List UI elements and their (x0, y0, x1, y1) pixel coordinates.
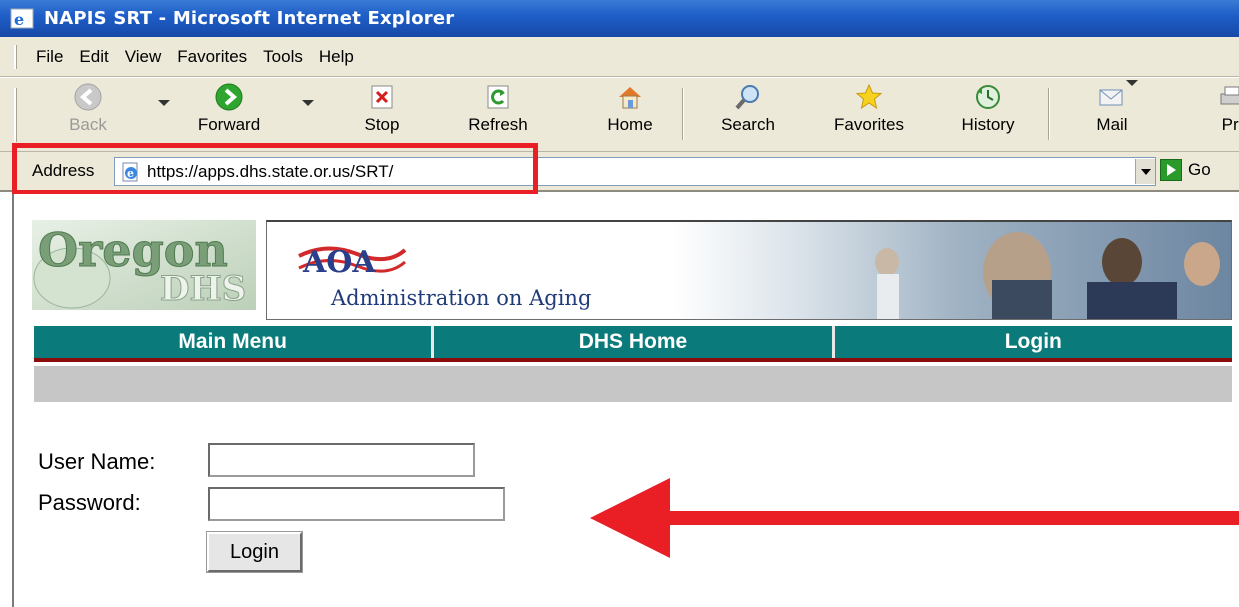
window-title: NAPIS SRT - Microsoft Internet Explorer (44, 8, 455, 29)
back-button[interactable]: Back (60, 82, 116, 135)
nav-login[interactable]: Login (835, 326, 1232, 358)
history-label: History (961, 115, 1015, 134)
favorites-label: Favorites (834, 115, 904, 134)
username-label: User Name: (38, 449, 156, 474)
username-input[interactable] (208, 443, 475, 477)
nav-dhs-home[interactable]: DHS Home (434, 326, 835, 358)
go-arrow-icon (1160, 159, 1182, 181)
mail-button[interactable]: Mail (1088, 82, 1136, 135)
agency-name: Administration on Aging (331, 286, 592, 310)
back-arrow-icon (74, 83, 102, 111)
aoa-logo: AOA (298, 245, 407, 280)
menu-favorites[interactable]: Favorites (177, 47, 247, 67)
menu-file[interactable]: File (36, 47, 63, 67)
address-dropdown-button[interactable] (1135, 159, 1155, 184)
home-label: Home (607, 115, 653, 134)
aoa-banner: AOA Administration on Aging (266, 220, 1232, 320)
title-bar: e NAPIS SRT - Microsoft Internet Explore… (0, 0, 1239, 37)
login-button[interactable]: Login (206, 531, 303, 573)
refresh-button[interactable]: Refresh (458, 82, 538, 135)
stop-label: Stop (364, 115, 400, 134)
menu-bar: File Edit View Favorites Tools Help (0, 37, 1239, 77)
back-label: Back (69, 115, 107, 134)
svg-text:AOA: AOA (302, 245, 376, 280)
home-button[interactable]: Home (598, 82, 662, 135)
refresh-label: Refresh (468, 115, 528, 134)
menu-tools[interactable]: Tools (263, 47, 303, 67)
menu-grip (14, 45, 17, 69)
svg-text:DHS: DHS (160, 269, 246, 309)
internet-explorer-icon: e (10, 8, 34, 29)
menu-edit[interactable]: Edit (79, 47, 108, 67)
mail-icon (1099, 89, 1123, 106)
nav-bar: Main Menu DHS Home Login (34, 326, 1232, 362)
go-label: Go (1188, 160, 1211, 179)
forward-arrow-icon (215, 83, 243, 111)
password-input[interactable] (208, 487, 505, 521)
standard-toolbar: Back Forward Stop Refresh Home Search Fa… (0, 78, 1239, 152)
go-button[interactable]: Go (1160, 159, 1211, 181)
forward-button[interactable]: Forward (186, 82, 272, 135)
mail-label: Mail (1096, 115, 1128, 134)
print-label: Pri (1221, 115, 1239, 134)
menu-view[interactable]: View (125, 47, 162, 67)
star-icon (855, 83, 883, 110)
print-button[interactable]: Pri (1212, 82, 1239, 135)
toolbar-separator-2 (1048, 88, 1050, 140)
annotation-highlight-box (12, 143, 538, 195)
search-icon (735, 85, 759, 110)
toolbar-grip (14, 88, 17, 142)
annotation-arrow (590, 478, 1239, 558)
search-label: Search (721, 115, 775, 134)
forward-label: Forward (197, 115, 261, 134)
toolbar-separator (682, 88, 684, 140)
refresh-icon (487, 85, 509, 109)
nav-main-menu[interactable]: Main Menu (34, 326, 435, 358)
history-button[interactable]: History (950, 82, 1026, 135)
print-icon (1220, 86, 1239, 105)
banner-photo (875, 232, 1220, 319)
password-label: Password: (38, 490, 141, 515)
svg-text:e: e (14, 10, 24, 29)
history-icon (976, 85, 1000, 109)
stop-icon (371, 85, 393, 109)
home-icon (619, 87, 641, 109)
menu-help[interactable]: Help (319, 47, 354, 67)
subnav-bar (34, 366, 1232, 402)
favorites-button[interactable]: Favorites (822, 82, 916, 135)
oregon-dhs-logo: Oregon DHS (32, 220, 256, 310)
search-button[interactable]: Search (712, 82, 784, 135)
stop-button[interactable]: Stop (352, 82, 412, 135)
